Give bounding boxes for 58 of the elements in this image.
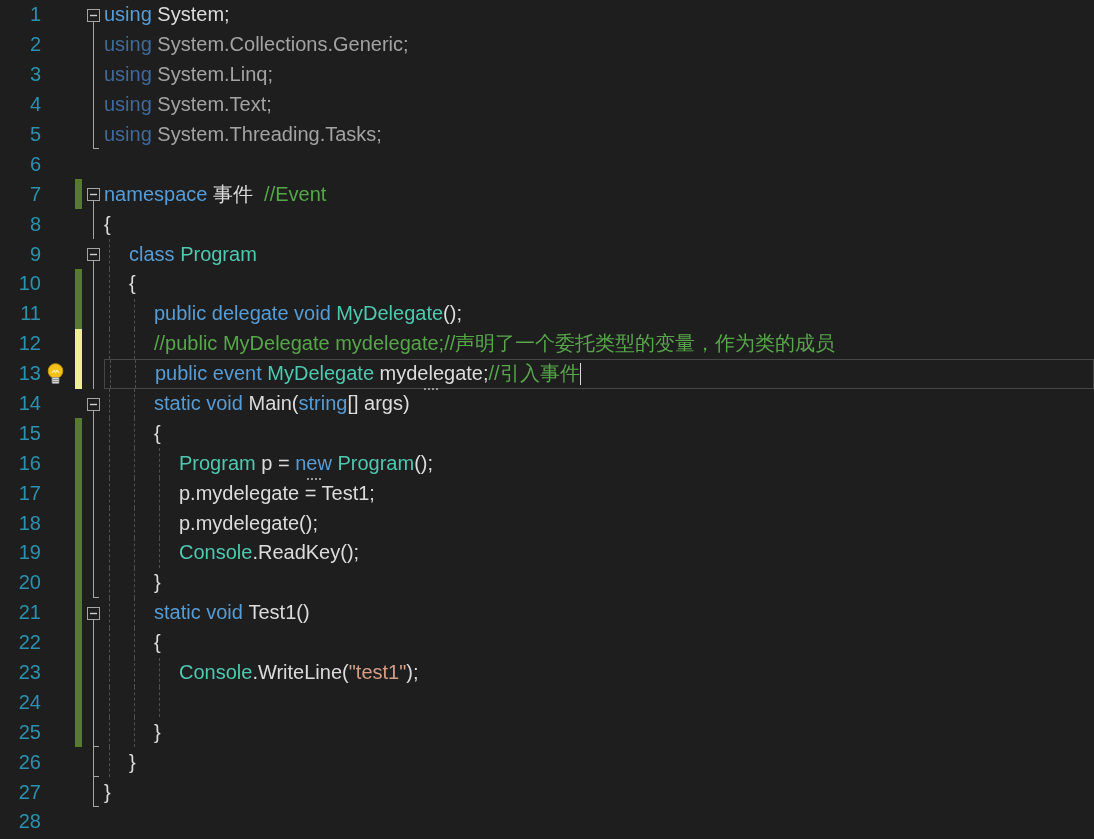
line-number: 18 xyxy=(18,511,42,535)
line-number: 7 xyxy=(29,182,42,206)
collapse-button[interactable] xyxy=(87,606,100,620)
code-line: p.mydelegate(); xyxy=(104,508,1094,539)
line-number: 3 xyxy=(29,63,42,87)
collapse-button[interactable] xyxy=(87,9,100,22)
code-line: } xyxy=(104,779,112,805)
code-line: Console.WriteLine("test1"); xyxy=(104,657,1094,688)
line-number: 10 xyxy=(18,272,42,296)
code-line: //public MyDelegate mydelegate;//声明了一个委托类型的变量，作为类的成员 xyxy=(104,328,1094,359)
line-number: 27 xyxy=(18,780,42,804)
code-line: } xyxy=(104,567,1094,598)
code-line: namespace 事件 //Event xyxy=(104,181,328,207)
code-line: using System.Linq; xyxy=(104,62,274,88)
line-number: 14 xyxy=(18,392,42,415)
collapse-button[interactable] xyxy=(87,397,100,411)
code-line: using System.Threading.Tasks; xyxy=(104,122,383,147)
code-line: { xyxy=(104,418,1094,449)
code-line: static void Test1() xyxy=(104,597,1094,628)
line-number: 11 xyxy=(20,302,42,326)
line-number: 23 xyxy=(18,661,42,685)
collapse-button[interactable] xyxy=(87,248,100,262)
code-line: { xyxy=(104,627,1094,658)
line-number: 8 xyxy=(29,212,42,236)
line-number: 26 xyxy=(18,750,42,774)
code-line: public delegate void MyDelegate(); xyxy=(104,298,1094,329)
line-number: 15 xyxy=(18,421,42,445)
line-number: 20 xyxy=(18,571,42,595)
line-number: 16 xyxy=(18,451,42,475)
code-line: Console.ReadKey(); xyxy=(104,538,1094,568)
line-number: 5 xyxy=(29,123,42,146)
line-number: 13 xyxy=(18,362,42,386)
line-number: 6 xyxy=(29,152,42,176)
line-number: 4 xyxy=(29,93,42,117)
line-number: 9 xyxy=(29,242,42,266)
code-line: class Program xyxy=(104,239,1094,269)
code-line: using System.Collections.Generic; xyxy=(104,32,410,58)
line-number: 19 xyxy=(18,541,42,565)
line-number: 21 xyxy=(18,601,42,625)
code-line: static void Main(string[] args) xyxy=(104,388,1094,419)
code-line: using System.Text; xyxy=(104,92,273,118)
code-line: p.mydelegate = Test1; xyxy=(104,478,1094,509)
code-line: } xyxy=(104,717,1094,748)
code-line: { xyxy=(104,211,112,237)
collapse-button[interactable] xyxy=(87,188,100,202)
line-number: 25 xyxy=(18,720,42,744)
line-number: 1 xyxy=(29,3,42,27)
line-number: 17 xyxy=(18,481,42,505)
code-line: { xyxy=(104,269,1094,299)
code-line: Program p = new Program(); xyxy=(104,448,1094,479)
code-line: using System; xyxy=(104,2,231,28)
line-number: 28 xyxy=(18,810,42,834)
lightbulb-icon[interactable] xyxy=(47,362,64,385)
code-line: } xyxy=(104,747,1094,778)
line-number: 24 xyxy=(18,690,42,714)
line-number: 22 xyxy=(18,631,42,655)
line-number: 12 xyxy=(18,332,42,356)
line-number: 2 xyxy=(29,33,42,57)
